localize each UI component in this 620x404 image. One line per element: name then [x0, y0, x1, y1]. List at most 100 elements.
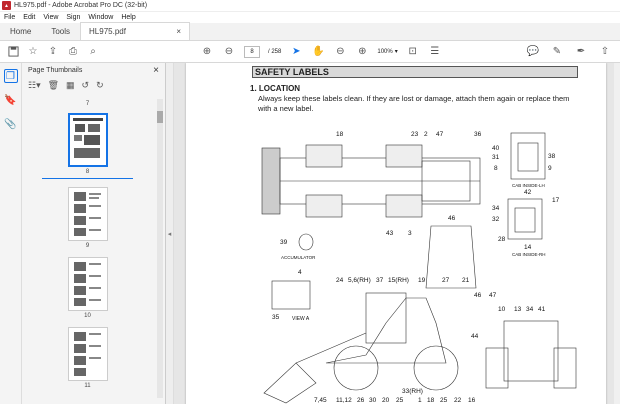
label-40: 40 [492, 145, 500, 152]
label-23: 23 [411, 131, 419, 138]
highlight-pen-icon[interactable]: ✎ [550, 45, 564, 59]
label-11-12: 11,12 [336, 397, 352, 404]
thumbnail-list: 7 8 9 10 11 [22, 99, 153, 404]
comment-icon[interactable]: 💬 [526, 45, 540, 59]
pdf-icon: ▲ [2, 1, 11, 10]
share-icon[interactable]: ⇧ [598, 45, 612, 59]
previous-page-icon[interactable]: ⊕ [200, 45, 214, 59]
accumulator-label: ACCUMULATOR [281, 255, 316, 260]
zoom-in-icon[interactable]: ⊕ [355, 45, 369, 59]
cab-inside-lh: CAB INSIDE-LH [512, 183, 545, 188]
sign-icon[interactable]: ✒ [574, 45, 588, 59]
zoom-select[interactable]: 100% ▾ [377, 48, 397, 56]
menu-view[interactable]: View [43, 14, 58, 21]
delete-page-icon[interactable]: 🗑 [48, 80, 59, 91]
save-icon[interactable] [6, 45, 20, 59]
thumbnail-page-8[interactable] [67, 113, 108, 167]
menu-file[interactable]: File [4, 14, 15, 21]
label-25: 25 [396, 397, 404, 404]
label-47a: 47 [436, 131, 444, 138]
label-5-6-rh: 5,6(RH) [348, 277, 371, 284]
bookmark-icon[interactable]: 🔖 [4, 93, 18, 107]
label-41: 41 [538, 306, 546, 313]
label-1: 1 [418, 397, 422, 404]
label-18b: 18 [427, 397, 435, 404]
thumbnail-page-11[interactable] [67, 327, 108, 381]
page-number-input[interactable]: 8 [244, 45, 260, 58]
thumb-label-9: 9 [85, 243, 90, 249]
label-9: 9 [548, 165, 552, 172]
menu-help[interactable]: Help [121, 14, 135, 21]
tab-tools[interactable]: Tools [41, 22, 80, 40]
title-bar: ▲ HL975.pdf - Adobe Acrobat Pro DC (32-b… [0, 0, 620, 12]
thumbnails-icon[interactable]: ❐ [3, 69, 18, 83]
attachment-icon[interactable]: 📎 [4, 117, 18, 131]
label-27: 27 [442, 277, 450, 284]
label-20: 20 [382, 397, 390, 404]
bookmark-star-icon[interactable]: ☆ [26, 45, 40, 59]
safety-label-diagram: 18 23 2 47 36 40 31 8 38 9 CAB INSIDE-LH… [261, 131, 577, 404]
thumb-label-10: 10 [84, 313, 91, 319]
search-icon[interactable]: ⌕ [86, 45, 100, 59]
label-21: 21 [462, 277, 470, 284]
label-35: 35 [272, 314, 280, 321]
insert-page-icon[interactable]: ▦ [66, 80, 75, 91]
label-25b: 25 [440, 397, 448, 404]
menu-window[interactable]: Window [88, 14, 113, 21]
label-13: 13 [514, 306, 522, 313]
page-total: / 258 [268, 48, 282, 55]
select-cursor-icon[interactable]: ➤ [289, 45, 303, 59]
thumb-label-8: 8 [85, 169, 90, 175]
zoom-out-icon[interactable]: ⊖ [333, 45, 347, 59]
label-34: 34 [492, 205, 500, 212]
next-page-icon[interactable]: ⊖ [222, 45, 236, 59]
rotate-ccw-icon[interactable]: ↺ [82, 80, 90, 91]
thumbnail-page-9[interactable] [67, 187, 108, 241]
label-8: 8 [494, 165, 498, 172]
label-47b: 47 [489, 292, 497, 299]
label-31: 31 [492, 154, 500, 161]
label-10: 10 [498, 306, 506, 313]
left-rail: ❐ 🔖 📎 [0, 63, 22, 404]
label-16: 16 [468, 397, 476, 404]
tab-document[interactable]: HL975.pdf × [80, 22, 191, 40]
label-34b: 34 [526, 306, 534, 313]
thumb-label-7: 7 [85, 101, 90, 107]
label-24: 24 [336, 277, 344, 284]
rotate-cw-icon[interactable]: ↻ [96, 80, 104, 91]
options-menu-icon[interactable]: ☷▾ [28, 80, 41, 91]
document-viewer[interactable]: SAFETY LABELS 1. LOCATION Always keep th… [174, 63, 620, 404]
label-28: 28 [498, 236, 506, 243]
label-2: 2 [424, 131, 428, 138]
upload-icon[interactable]: ⇪ [46, 45, 60, 59]
print-icon[interactable]: ⎙ [66, 45, 80, 59]
label-32: 32 [492, 216, 500, 223]
label-19: 19 [418, 277, 426, 284]
label-39: 39 [280, 239, 288, 246]
thumbnail-page-10[interactable] [67, 257, 108, 311]
label-4: 4 [298, 269, 302, 276]
label-42: 42 [524, 189, 532, 196]
tab-close-icon[interactable]: × [176, 27, 181, 36]
thumbnail-scrollbar[interactable] [157, 99, 163, 398]
tab-home[interactable]: Home [0, 22, 41, 40]
scrollbar-thumb[interactable] [157, 111, 163, 123]
scroll-mode-icon[interactable]: ☰ [428, 45, 442, 59]
label-46b: 46 [474, 292, 482, 299]
document-scrollbar[interactable] [614, 63, 620, 404]
toolbar: ☆ ⇪ ⎙ ⌕ ⊕ ⊖ 8 / 258 ➤ ✋ ⊖ ⊕ 100% ▾ ⊡ ☰ 💬… [0, 41, 620, 63]
fit-page-icon[interactable]: ⊡ [406, 45, 420, 59]
label-36: 36 [474, 131, 482, 138]
label-22: 22 [454, 397, 462, 404]
menu-edit[interactable]: Edit [23, 14, 35, 21]
panel-close-icon[interactable]: × [153, 65, 159, 76]
label-15-rh: 15(RH) [388, 277, 409, 284]
view-a-label: VIEW A [292, 316, 310, 322]
hand-tool-icon[interactable]: ✋ [311, 45, 325, 59]
label-46a: 46 [448, 215, 456, 222]
menu-sign[interactable]: Sign [66, 14, 80, 21]
collapse-panel-handle[interactable]: ◂ [166, 63, 174, 404]
label-33-rh: 33(RH) [402, 388, 423, 395]
label-14: 14 [524, 244, 532, 251]
label-7-45: 7,45 [314, 397, 327, 404]
